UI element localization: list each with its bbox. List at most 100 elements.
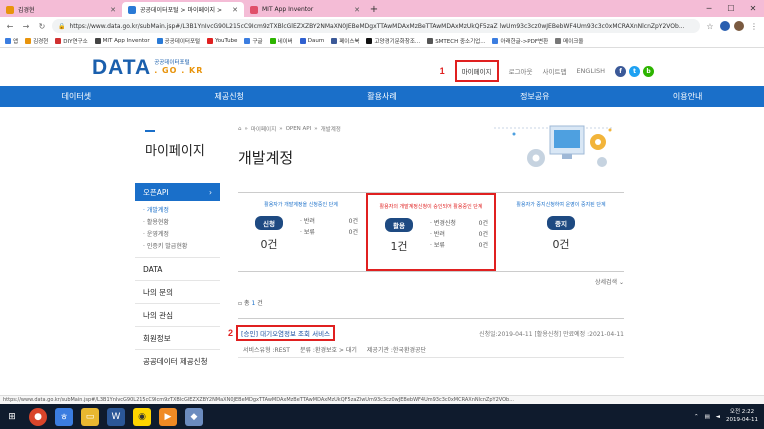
browser-tab-3[interactable]: MIT App Inventor ✕ bbox=[244, 2, 366, 17]
bookmark-item[interactable]: MIT App Inventor bbox=[94, 38, 150, 44]
sub-status-label: · 변경신청 bbox=[430, 220, 456, 227]
sidebar-subitem-ops-account[interactable]: · 운영계정 bbox=[143, 229, 220, 241]
bookmark-item[interactable]: 김경현 bbox=[25, 37, 48, 45]
bookmark-favicon-icon bbox=[244, 38, 251, 44]
sidebar-subitem-dev-account[interactable]: · 개발계정 bbox=[143, 205, 220, 217]
facebook-icon[interactable]: f bbox=[615, 65, 626, 77]
minimize-icon[interactable]: ─ bbox=[698, 0, 720, 17]
sidebar-subitem-auth-key[interactable]: · 인증키 발급현황 bbox=[143, 241, 220, 253]
reload-icon[interactable]: ↻ bbox=[36, 22, 48, 31]
twitter-icon[interactable]: t bbox=[629, 65, 640, 77]
tab-favicon-icon bbox=[128, 5, 136, 14]
explorer-folder-icon[interactable]: ▭ bbox=[81, 407, 99, 426]
site-header: DATA 공공데이터포털 . GO . KR 1 마이페이지 로그아웃 사이트맵… bbox=[0, 48, 764, 86]
nav-item-request[interactable]: 제공신청 bbox=[153, 86, 306, 107]
logout-link[interactable]: 로그아웃 bbox=[509, 66, 533, 76]
nav-item-dataset[interactable]: 데이터셋 bbox=[0, 86, 153, 107]
bookmark-item[interactable]: DIY연구소 bbox=[55, 37, 88, 45]
bookmark-item[interactable]: 고양경기문화창조... bbox=[366, 37, 420, 45]
sidebar-item-data[interactable]: DATA bbox=[135, 257, 220, 280]
sub-status-row: · 변경신청 0건 bbox=[430, 218, 488, 229]
sub-status-value: 0건 bbox=[348, 218, 358, 225]
tray-up-icon[interactable]: ⌃ bbox=[694, 414, 699, 420]
browser-tab-2[interactable]: 공공데이터포털 > 마이페이지 > ✕ bbox=[122, 2, 244, 17]
bookmark-favicon-icon bbox=[331, 38, 338, 44]
sidebar-item-interest[interactable]: 나의 관심 bbox=[135, 303, 220, 326]
bookmark-item[interactable]: 페이스북 bbox=[331, 37, 359, 45]
network-icon[interactable]: ▤ bbox=[705, 414, 710, 420]
sitemap-link[interactable]: 사이트맵 bbox=[543, 66, 567, 76]
hancom-icon[interactable]: ㅎ bbox=[55, 407, 73, 426]
system-tray: ⌃ ▤ ◄ 오전 2:22 2019-04-11 bbox=[694, 409, 764, 423]
word-icon[interactable]: W bbox=[107, 407, 125, 426]
bookmark-label: 페이스북 bbox=[339, 39, 360, 45]
window-close-icon[interactable]: ✕ bbox=[742, 0, 764, 17]
bookmark-item[interactable]: 네이버 bbox=[269, 37, 293, 45]
profile-avatar-icon[interactable] bbox=[734, 21, 744, 31]
sidebar-item-openapi[interactable]: 오픈API › bbox=[135, 183, 220, 201]
nav-item-guide[interactable]: 이용안내 bbox=[611, 86, 764, 107]
sidebar-submenu: · 개발계정 · 활용현황 · 운영계정 · 인증키 발급현황 bbox=[135, 201, 220, 257]
sub-status-value: 0건 bbox=[478, 231, 488, 238]
bookmark-favicon-icon bbox=[427, 38, 434, 44]
bookmark-item[interactable]: SMTECH 중소기업... bbox=[427, 37, 485, 45]
bookmark-item[interactable]: 앱 bbox=[5, 37, 18, 45]
bookmark-label: DIY연구소 bbox=[63, 39, 88, 45]
sub-status-row: · 보류 0건 bbox=[430, 240, 488, 251]
chrome-icon[interactable]: ● bbox=[29, 407, 47, 426]
media-player-icon[interactable]: ▶ bbox=[159, 407, 177, 426]
app-icon[interactable]: ◆ bbox=[185, 407, 203, 426]
service-category: 분류 :환경보호 > 대기 bbox=[299, 347, 357, 354]
start-icon[interactable]: ⊞ bbox=[3, 408, 21, 426]
back-arrow-icon[interactable]: ← bbox=[4, 22, 16, 31]
maximize-icon[interactable]: ☐ bbox=[720, 0, 742, 17]
bookmark-label: 메이크올 bbox=[563, 39, 584, 45]
bookmark-item[interactable]: 메이크올 bbox=[555, 37, 583, 45]
bookmark-label: 공공데이터포털 bbox=[164, 39, 201, 45]
english-link[interactable]: ENGLISH bbox=[576, 67, 605, 75]
breadcrumb-mypage[interactable]: 마이페이지 bbox=[251, 125, 276, 133]
breadcrumb-openapi[interactable]: OPEN API bbox=[286, 126, 312, 132]
kakaotalk-icon[interactable]: ◉ bbox=[133, 407, 151, 426]
sidebar-item-member-info[interactable]: 회원정보 bbox=[135, 326, 220, 349]
nav-item-info-share[interactable]: 정보공유 bbox=[458, 86, 611, 107]
bookmark-favicon-icon bbox=[492, 38, 499, 44]
bookmark-item[interactable]: YouTube bbox=[207, 38, 237, 44]
tab-label: MIT App Inventor bbox=[262, 6, 314, 13]
blog-icon[interactable]: b bbox=[643, 65, 654, 77]
star-icon[interactable]: ☆ bbox=[704, 22, 716, 31]
sidebar-subitem-usage[interactable]: · 활용현황 bbox=[143, 217, 220, 229]
lock-icon: 🔒 bbox=[58, 22, 66, 30]
sidebar-item-data-request[interactable]: 공공데이터 제공신청 bbox=[135, 349, 220, 372]
new-tab-button[interactable]: + bbox=[366, 2, 382, 17]
status-badge-request[interactable]: 신청 bbox=[255, 216, 283, 230]
bookmark-favicon-icon bbox=[55, 38, 62, 44]
detail-search-toggle[interactable]: 상세검색 ⌄ bbox=[238, 277, 624, 286]
bookmark-item[interactable]: 구글 bbox=[244, 37, 263, 45]
service-meta: 신청일:2019-04-11 [활용신청] 만료예정 :2021-04-11 bbox=[479, 330, 624, 338]
clock[interactable]: 오전 2:22 2019-04-11 bbox=[726, 409, 758, 423]
site-logo[interactable]: DATA 공공데이터포털 . GO . KR bbox=[92, 56, 203, 80]
developer-illustration bbox=[494, 125, 614, 167]
nav-item-use-cases[interactable]: 활용사례 bbox=[306, 86, 459, 107]
status-panel-stopped: 활용자가 중지신청하여 운영이 중지된 단계 중지 0건 bbox=[498, 193, 624, 271]
forward-arrow-icon[interactable]: → bbox=[20, 22, 32, 31]
sidebar-item-inquiry[interactable]: 나의 문의 bbox=[135, 280, 220, 303]
browser-tab-1[interactable]: 김경현 ✕ bbox=[0, 2, 122, 17]
home-icon[interactable]: ⌂ bbox=[238, 126, 242, 132]
bookmark-item[interactable]: 아래한글->PDF변환 bbox=[492, 37, 548, 45]
volume-icon[interactable]: ◄ bbox=[716, 414, 720, 420]
bookmark-item[interactable]: Daum bbox=[299, 38, 324, 44]
close-icon[interactable]: ✕ bbox=[232, 6, 238, 14]
breadcrumb-separator: » bbox=[279, 126, 283, 132]
status-badge-active[interactable]: 활용 bbox=[385, 218, 413, 232]
service-title-link[interactable]: [승인] 대기오염정보 조회 서비스 bbox=[236, 325, 336, 341]
bookmark-item[interactable]: 공공데이터포털 bbox=[156, 37, 201, 45]
extension-icon[interactable] bbox=[720, 21, 730, 31]
mypage-link[interactable]: 마이페이지 bbox=[454, 60, 499, 82]
url-input[interactable]: 🔒 https://www.data.go.kr/subMain.jsp#/L3… bbox=[52, 19, 700, 33]
menu-dots-icon[interactable]: ⋮ bbox=[748, 22, 760, 31]
close-icon[interactable]: ✕ bbox=[110, 6, 116, 14]
close-icon[interactable]: ✕ bbox=[354, 6, 360, 14]
status-badge-stopped[interactable]: 중지 bbox=[547, 216, 575, 230]
